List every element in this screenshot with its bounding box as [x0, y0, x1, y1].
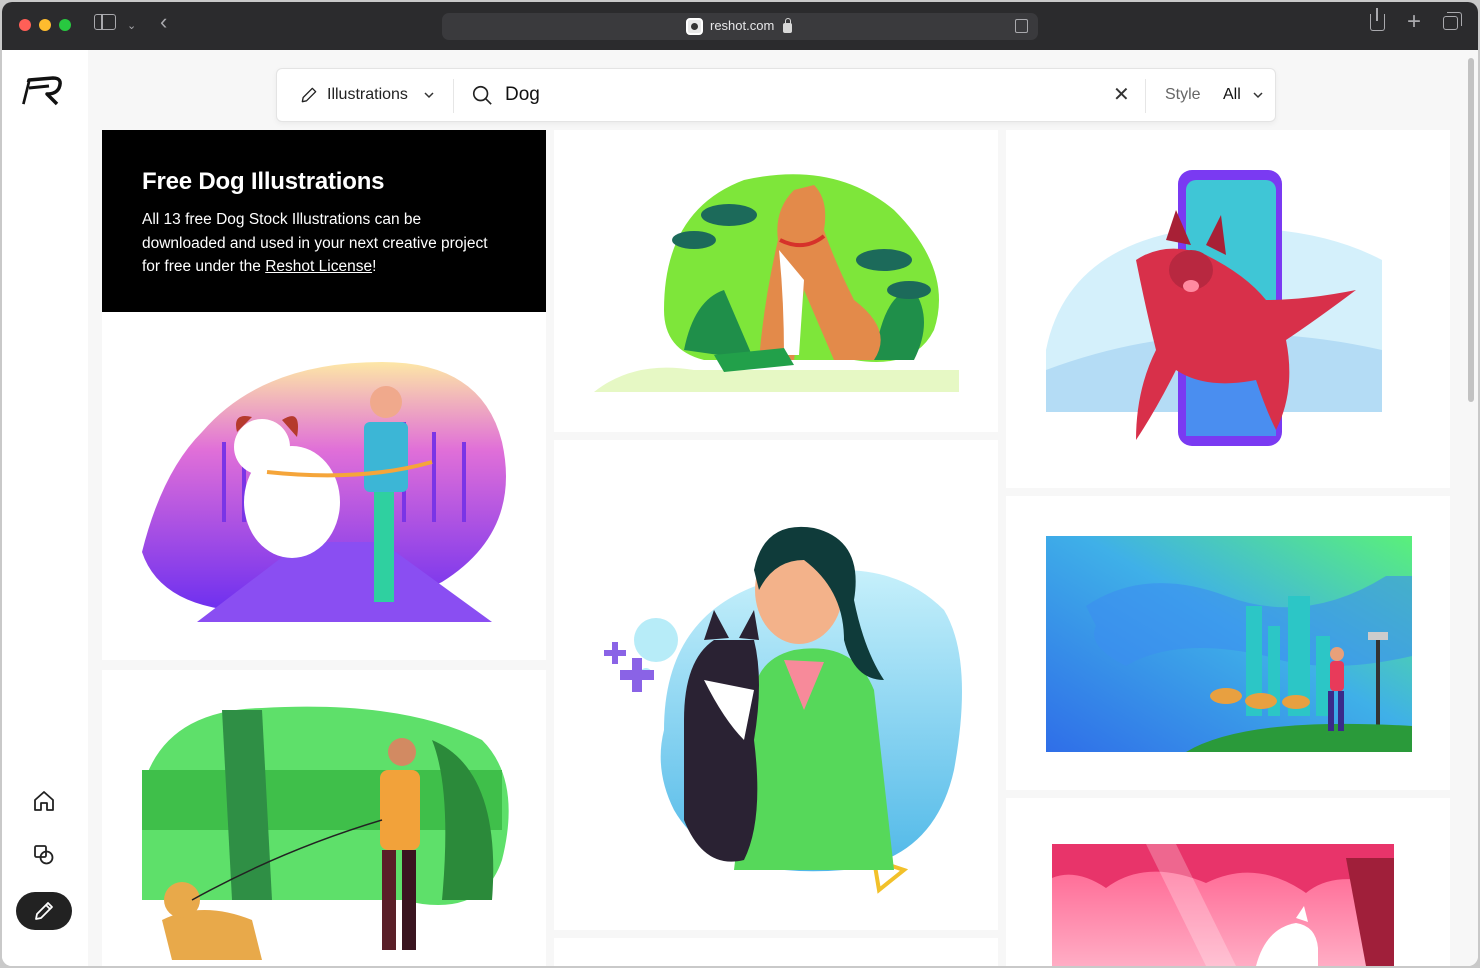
search-field: [471, 69, 1065, 121]
lock-icon: [783, 18, 792, 33]
asset-type-label: Illustrations: [327, 86, 408, 103]
home-icon: [34, 791, 54, 811]
illustration-image: [142, 706, 509, 960]
search-icon: [472, 85, 492, 105]
illustration-image: [604, 526, 962, 894]
illustration-card[interactable]: [102, 670, 546, 966]
nav-shapes[interactable]: [16, 836, 72, 874]
chevron-down-icon[interactable]: ⌄: [127, 16, 136, 36]
intro-panel: Free Dog Illustrations All 13 free Dog S…: [102, 130, 546, 312]
reshot-license-link[interactable]: Reshot License: [265, 258, 372, 275]
illustration-image: [1052, 844, 1394, 966]
address-text: reshot.com: [710, 18, 775, 33]
left-sidebar: [2, 50, 88, 966]
pencil-icon: [301, 87, 317, 103]
style-filter-value: All: [1223, 86, 1241, 103]
illustration-card[interactable]: [554, 938, 998, 966]
illustration-image: [594, 174, 959, 392]
browser-toolbar: ⌄ ‹ reshot.com +: [2, 2, 1478, 50]
illustration-card[interactable]: [102, 312, 546, 660]
divider: [453, 79, 454, 113]
chevron-down-icon: [424, 92, 434, 99]
asset-type-dropdown[interactable]: Illustrations: [299, 69, 436, 121]
page-content: Illustrations ✕ Style All: [2, 50, 1478, 966]
nav-illustrations[interactable]: [16, 892, 72, 930]
new-tab-icon[interactable]: +: [1407, 10, 1421, 34]
divider: [1145, 79, 1146, 113]
illustration-image: [142, 362, 506, 622]
search-bar: Illustrations ✕ Style All: [276, 68, 1276, 122]
illustration-card[interactable]: [554, 130, 998, 432]
address-bar[interactable]: reshot.com: [442, 13, 1038, 40]
style-filter-label: Style: [1165, 86, 1201, 103]
illustration-image: [1046, 536, 1412, 752]
browser-window: ⌄ ‹ reshot.com + Illustrations Dog ✕ Sty…: [2, 2, 1478, 966]
minimize-window-button[interactable]: [39, 19, 51, 31]
sidebar-toggle-icon[interactable]: [94, 14, 116, 30]
illustration-card[interactable]: [1006, 798, 1450, 966]
close-window-button[interactable]: [19, 19, 31, 31]
style-filter-dropdown[interactable]: All: [1223, 69, 1265, 121]
reader-icon[interactable]: [1015, 19, 1028, 33]
shapes-icon: [34, 845, 54, 865]
illustration-card[interactable]: [1006, 130, 1450, 488]
illustration-image: [1046, 170, 1382, 446]
reshot-logo-icon[interactable]: [19, 74, 67, 108]
intro-description: All 13 free Dog Stock Illustrations can …: [142, 211, 488, 275]
zoom-window-button[interactable]: [59, 19, 71, 31]
tab-overview-icon[interactable]: [1443, 12, 1462, 30]
pencil-icon: [35, 902, 53, 920]
share-icon[interactable]: [1370, 8, 1385, 31]
illustration-card[interactable]: [554, 440, 998, 930]
chevron-down-icon: [1253, 92, 1263, 99]
back-icon[interactable]: ‹: [160, 11, 167, 33]
search-input[interactable]: [505, 84, 1065, 106]
nav-home[interactable]: [16, 782, 72, 820]
illustration-card[interactable]: [1006, 496, 1450, 790]
site-favicon-icon: [686, 18, 703, 35]
clear-search-icon[interactable]: ✕: [1113, 85, 1130, 105]
page-scrollbar[interactable]: [1468, 58, 1474, 402]
page-title: Free Dog Illustrations: [142, 168, 385, 195]
